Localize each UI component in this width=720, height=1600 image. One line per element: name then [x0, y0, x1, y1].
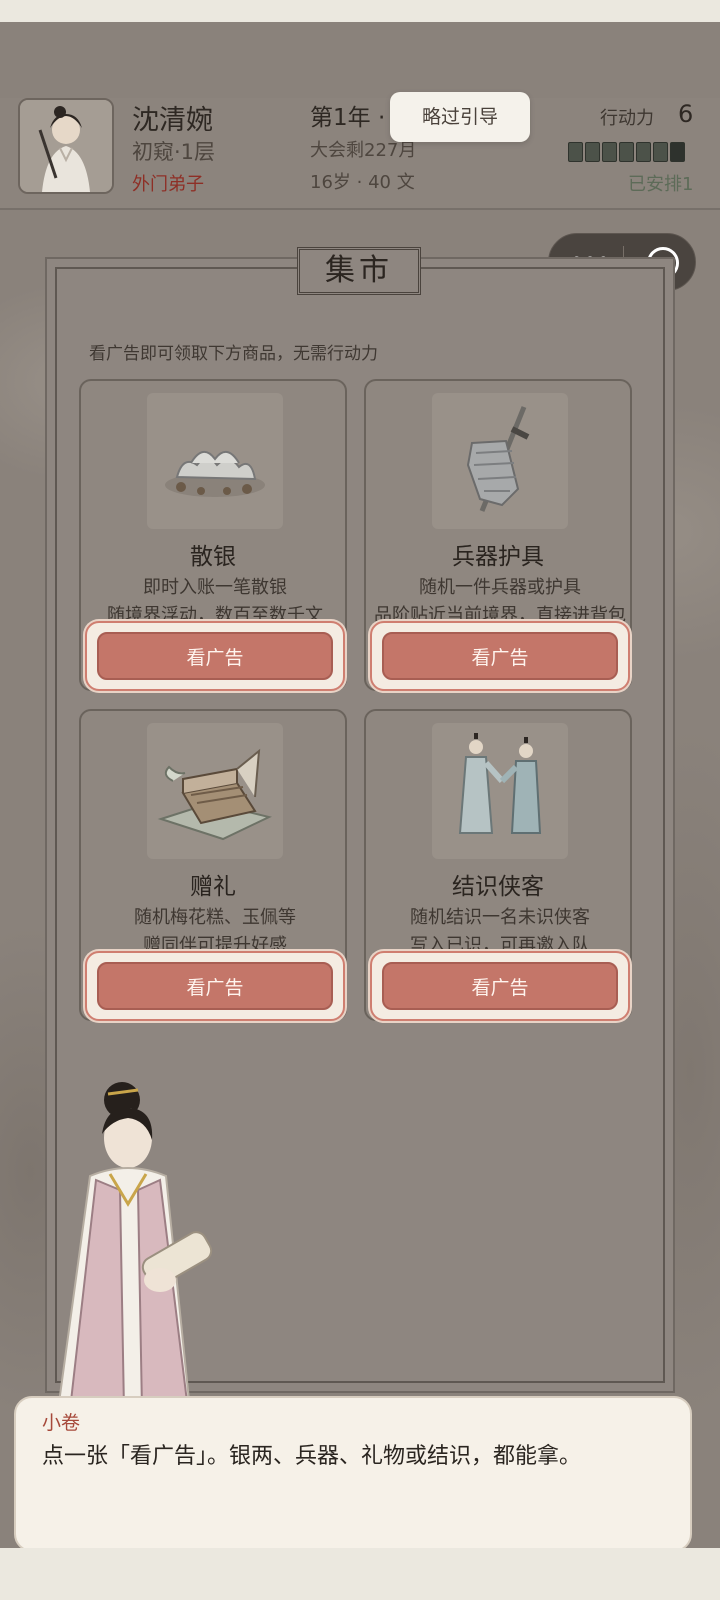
status-bar: [0, 0, 720, 22]
bottom-safe-area: [0, 1548, 720, 1600]
action-points-value: 6: [678, 100, 694, 128]
action-points-label: 行动力: [600, 108, 654, 129]
gift-box-icon: [147, 723, 283, 859]
scheduled-count: 已安排1: [628, 174, 694, 195]
speaker-name: 小卷: [42, 1412, 81, 1434]
watch-ad-label: 看广告: [382, 962, 618, 1010]
watch-ad-label: 看广告: [97, 632, 333, 680]
action-point-segment: [619, 142, 634, 162]
action-point-segment: [653, 142, 668, 162]
card-description: 随机一件兵器或护具: [419, 577, 581, 598]
character-realm: 初窥·1层: [132, 140, 216, 164]
skip-guide-button[interactable]: 略过引导: [390, 92, 530, 142]
character-avatar[interactable]: [18, 98, 114, 194]
sword-armor-icon: [432, 393, 568, 529]
dialogue-text: 点一张「看广告」。银两、兵器、礼物或结识，都能拿。: [42, 1444, 582, 1469]
character-name: 沈清婉: [132, 105, 213, 136]
card-description: 随机梅花糕、玉佩等: [134, 907, 296, 928]
watch-ad-button[interactable]: 看广告: [370, 951, 630, 1021]
card-title: 兵器护具: [452, 544, 544, 570]
market-card-silver: 散银 即时入账一笔散银 随境界浮动，数百至数千文 看广告: [79, 379, 347, 691]
watch-ad-button[interactable]: 看广告: [85, 951, 345, 1021]
action-point-segment-used: [670, 142, 685, 162]
character-sect: 外门弟子: [132, 174, 204, 195]
age-and-money: 16岁 · 40 文: [310, 172, 415, 193]
market-card-gift: 赠礼 随机梅花糕、玉佩等 赠同伴可提升好感 看广告: [79, 709, 347, 1021]
card-description: 即时入账一笔散银: [143, 577, 287, 598]
two-swordsmen-icon: [432, 723, 568, 859]
market-hint: 看广告即可领取下方商品，无需行动力: [89, 344, 378, 364]
action-point-segment: [585, 142, 600, 162]
action-points-bar: [568, 142, 685, 162]
watch-ad-button[interactable]: 看广告: [370, 621, 630, 691]
guide-lady-portrait-icon: [56, 1082, 213, 1411]
silver-ingots-icon: [147, 393, 283, 529]
action-point-segment: [636, 142, 651, 162]
game-screen: 沈清婉 初窥·1层 外门弟子 第1年 · 大会剩227月 16岁 · 40 文 …: [0, 22, 720, 1600]
market-title: 集市: [297, 247, 421, 295]
market-card-weapon: 兵器护具 随机一件兵器或护具 品阶贴近当前境界，直接进背包 看广告: [364, 379, 632, 691]
game-year: 第1年 ·: [310, 105, 386, 131]
card-title: 赠礼: [190, 874, 236, 900]
card-title: 散银: [190, 544, 236, 570]
watch-ad-label: 看广告: [97, 962, 333, 1010]
action-point-segment: [568, 142, 583, 162]
market-card-companion: 结识侠客 随机结识一名未识侠客 写入已识，可再邀入队 看广告: [364, 709, 632, 1021]
action-point-segment: [602, 142, 617, 162]
watch-ad-label: 看广告: [382, 632, 618, 680]
character-header: 沈清婉 初窥·1层 外门弟子 第1年 · 大会剩227月 16岁 · 40 文 …: [0, 92, 720, 210]
card-description: 随机结识一名未识侠客: [410, 907, 590, 928]
guide-character: [50, 1080, 240, 1411]
watch-ad-button[interactable]: 看广告: [85, 621, 345, 691]
dialogue-box[interactable]: 小卷 点一张「看广告」。银两、兵器、礼物或结识，都能拿。: [14, 1396, 692, 1552]
card-title: 结识侠客: [452, 874, 544, 900]
swordswoman-portrait-icon: [20, 100, 112, 192]
